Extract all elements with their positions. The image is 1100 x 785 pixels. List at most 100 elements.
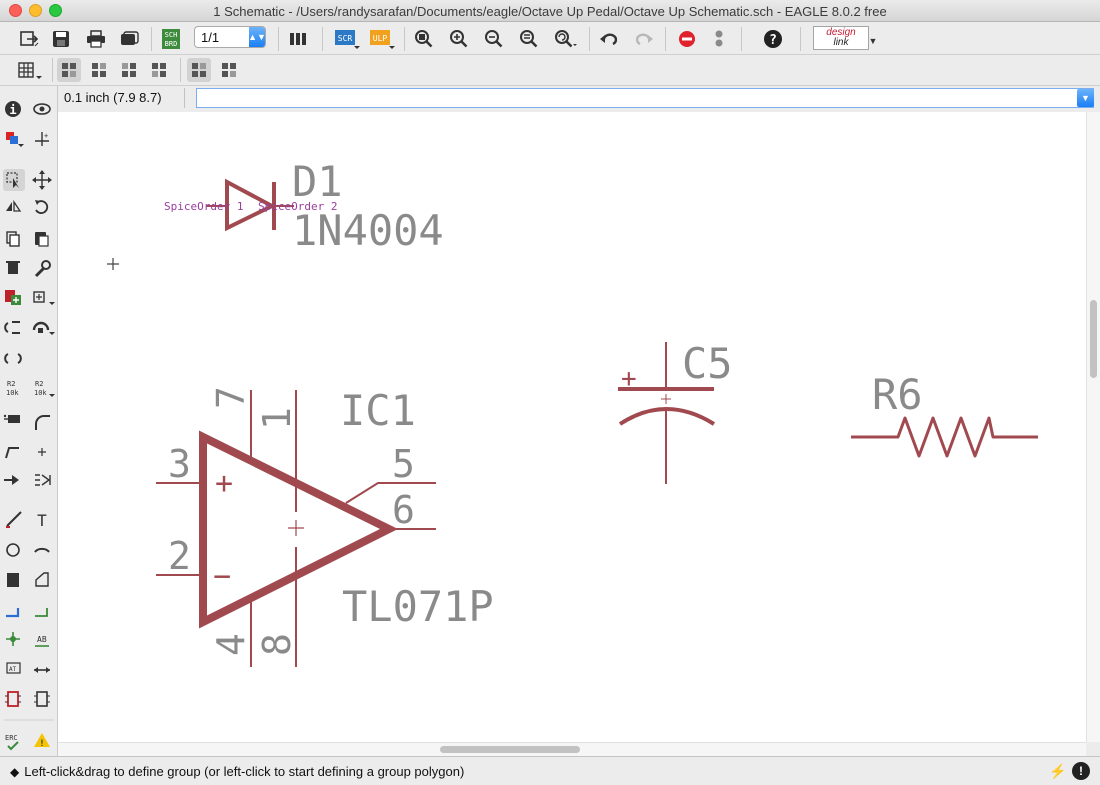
zoom-fit-icon[interactable] [413, 28, 435, 50]
polygon-tool-icon[interactable] [35, 572, 49, 587]
wire-bend-1-icon[interactable] [87, 58, 111, 82]
erc-icon[interactable]: ERC [5, 734, 19, 751]
show-icon[interactable] [33, 103, 51, 115]
eagle-window: 1 Schematic - /Users/randysarafan/Docume… [0, 0, 1100, 785]
opamp-ic1[interactable]: + − 3 2 7 1 5 6 4 8 IC1 TL071P [156, 386, 494, 667]
designlink-button[interactable]: design link [813, 26, 869, 50]
coordinate-display: 0.1 inch (7.9 8.7) [61, 88, 185, 108]
schematic-canvas[interactable]: SpiceOrder 1 SpiceOrder 2 D1 1N4004 + − … [58, 112, 1086, 742]
sheet-select[interactable]: 1/1 ▲▼ [194, 26, 266, 48]
toolbar-separator [589, 27, 590, 51]
text-tool-icon[interactable]: T [37, 511, 47, 530]
undo-icon[interactable] [598, 28, 620, 50]
wire-bend-3-icon[interactable] [147, 58, 171, 82]
zoom-redraw-icon[interactable] [553, 28, 579, 50]
name-r2-icon[interactable]: R210k [34, 380, 55, 397]
smash-icon[interactable] [3, 414, 20, 423]
library-icon[interactable] [287, 28, 311, 50]
optimize-icon[interactable] [38, 448, 46, 456]
bus-tool-icon[interactable] [35, 608, 48, 617]
capacitor-c5[interactable]: + C5 [618, 339, 733, 484]
diode-d1[interactable]: SpiceOrder 1 SpiceOrder 2 D1 1N4004 [164, 157, 444, 255]
title-bar: 1 Schematic - /Users/randysarafan/Docume… [0, 0, 1100, 22]
diode-name: D1 [292, 157, 343, 206]
svg-text:+: + [44, 132, 48, 140]
wire-bend-0-icon[interactable] [57, 58, 81, 82]
lightning-icon[interactable]: ⚡ [1049, 763, 1066, 780]
ulp-icon[interactable]: ULP [368, 27, 396, 51]
invoke-icon[interactable] [4, 475, 19, 485]
add-part-icon[interactable] [5, 290, 21, 305]
chevron-updown-icon: ▲▼ [248, 27, 266, 47]
wire-tool-icon[interactable] [6, 511, 22, 528]
command-input[interactable] [196, 88, 1094, 108]
sch-brd-switch-icon[interactable]: SCH BRD [160, 27, 182, 51]
status-message-text: Left-click&drag to define group (or left… [24, 764, 465, 779]
designlink-chevron-down-icon[interactable]: ▼ [868, 36, 878, 46]
arc-tool-icon[interactable] [34, 547, 50, 553]
print-icon[interactable] [84, 28, 108, 50]
svg-text:R2: R2 [7, 380, 15, 388]
go-icon[interactable] [709, 28, 729, 50]
move-icon[interactable] [32, 170, 52, 190]
vertical-scroll-thumb[interactable] [1090, 300, 1097, 378]
mark-icon[interactable]: + [35, 132, 49, 146]
junction-tool-icon[interactable] [6, 632, 20, 646]
toolbar-separator [322, 27, 323, 51]
rotate-icon[interactable] [35, 200, 49, 214]
errors-warning-icon[interactable]: ! [34, 733, 50, 749]
bus-label-icon[interactable] [35, 474, 51, 486]
wire-split-icon[interactable] [5, 447, 19, 459]
info-icon[interactable]: i [5, 101, 21, 117]
zoom-out-icon[interactable] [483, 28, 505, 50]
svg-text:10k: 10k [6, 389, 19, 397]
vertical-scrollbar[interactable] [1086, 112, 1100, 742]
change-wrench-icon[interactable] [34, 260, 51, 278]
command-history-chevron-down-icon[interactable]: ▼ [1077, 89, 1094, 107]
zoom-in-icon[interactable] [448, 28, 470, 50]
dimension-tool-icon[interactable] [34, 667, 50, 673]
replace-part-icon[interactable] [33, 291, 55, 305]
capacitor-plus-sign: + [621, 364, 637, 394]
zoom-select-icon[interactable] [518, 28, 540, 50]
rectangle-tool-icon[interactable] [7, 573, 19, 587]
script-icon[interactable]: SCR [333, 27, 361, 51]
open-icon[interactable] [16, 28, 42, 50]
alert-icon[interactable]: ! [1072, 762, 1090, 780]
miter-icon[interactable] [35, 415, 50, 430]
toolbar-separator [52, 58, 53, 82]
pinswap-icon[interactable] [4, 321, 20, 334]
group-select-tool-icon[interactable] [3, 169, 25, 191]
toolbar-separator [741, 27, 742, 51]
gateswap-icon[interactable] [32, 321, 55, 335]
group-polygon-mode-icon[interactable] [217, 58, 241, 82]
circle-tool-icon[interactable] [6, 543, 20, 557]
wire-bend-2-icon[interactable] [117, 58, 141, 82]
horizontal-scroll-thumb[interactable] [440, 746, 580, 753]
attribute-tool-icon[interactable]: AT [6, 662, 21, 674]
paste-icon[interactable] [35, 232, 49, 247]
resistor-r6[interactable]: R6 [851, 370, 1038, 458]
net-tool-icon[interactable] [6, 608, 20, 618]
value-r2-icon[interactable]: R210k [6, 380, 19, 397]
delete-icon[interactable] [6, 261, 20, 274]
split-icon[interactable] [4, 353, 22, 364]
resistor-name: R6 [872, 370, 923, 419]
opamp-pin-3: 3 [168, 442, 191, 486]
copy-icon[interactable] [6, 231, 20, 247]
opamp-name: IC1 [340, 386, 416, 435]
status-message: ◆ Left-click&drag to define group (or lef… [10, 764, 464, 779]
horizontal-scrollbar[interactable] [58, 742, 1086, 756]
mirror-icon[interactable] [6, 199, 22, 212]
grid-icon[interactable] [16, 59, 44, 83]
save-icon[interactable] [50, 28, 72, 50]
net-label-tool-icon[interactable]: AB [35, 635, 49, 647]
cam-icon[interactable] [117, 28, 141, 50]
help-icon[interactable]: ? [762, 28, 784, 50]
display-layers-icon[interactable] [6, 132, 24, 147]
group-select-mode-icon[interactable] [187, 58, 211, 82]
frame-tool-icon[interactable] [5, 691, 21, 707]
module-tool-icon[interactable] [34, 691, 50, 707]
redo-icon[interactable] [633, 28, 655, 50]
stop-icon[interactable] [676, 28, 698, 50]
